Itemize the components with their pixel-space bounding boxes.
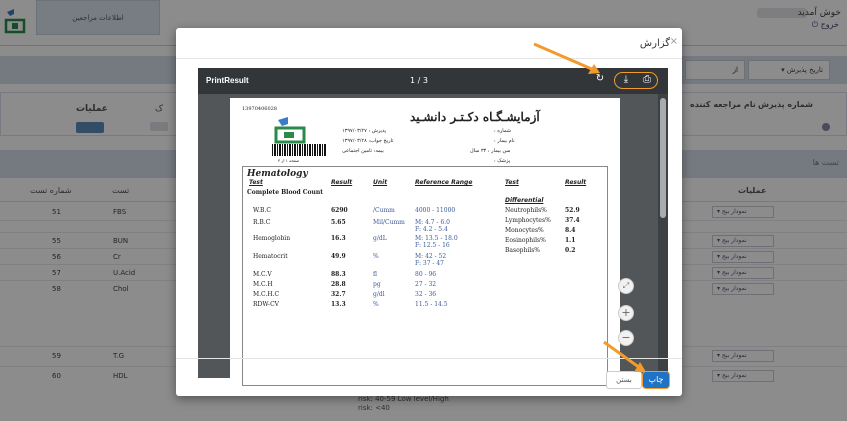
page-indicator: 1 / 3 (410, 76, 428, 85)
differential-result: 52.9 (565, 207, 580, 214)
differential-test: Lymphocytes% (505, 217, 551, 224)
pdf-viewer: 13970406028 صفحه ۱ از ۳ آزمایشـگـاه دکـت… (198, 68, 668, 386)
cbc-ref: M: 13.5 - 18.0 F: 12.5 - 16 (415, 235, 458, 249)
field-number: شماره : (494, 128, 511, 134)
hematology-box: Hematology Test Result Unit Reference Ra… (242, 166, 608, 386)
cbc-unit: g/dl (373, 291, 385, 298)
cbc-result: 32.7 (331, 291, 346, 298)
cbc-unit: % (373, 301, 379, 308)
print-icon[interactable]: ⎙ (640, 74, 654, 88)
cbc-result: 28.8 (331, 281, 346, 288)
differential-result: 1.1 (565, 237, 576, 244)
differential-result: 0.2 (565, 247, 576, 254)
arrow-annotation (533, 42, 600, 74)
section-title: Hematology (247, 169, 308, 179)
header-result-2: Result (565, 179, 587, 186)
cbc-result: 6290 (331, 207, 348, 214)
cbc-test: R.B.C (253, 219, 271, 226)
lab-name: آزمایشـگـاه دکـتـر دانشـید (410, 110, 540, 124)
cbc-ref: 27 - 32 (415, 281, 437, 288)
differential-result: 8.4 (565, 227, 576, 234)
cbc-unit: g/dL (373, 235, 387, 242)
cbc-ref: 32 - 36 (415, 291, 437, 298)
cbc-test: M.C.V (253, 271, 272, 278)
header-reference: Reference Range (415, 179, 473, 186)
close-icon[interactable]: × (670, 36, 678, 47)
page-label: صفحه ۱ از ۳ (278, 158, 300, 163)
arrow-annotation (603, 340, 646, 372)
zoom-in-button[interactable]: + (618, 305, 634, 321)
field-patient-name: نام بیمار : (494, 138, 515, 144)
field-age: سن بیمار : ۳۴ سال (470, 148, 511, 154)
report-page: 13970406028 صفحه ۱ از ۳ آزمایشـگـاه دکـت… (230, 98, 620, 386)
differential-test: Eosinophils% (505, 237, 546, 244)
cbc-test: Hemoglobin (253, 235, 291, 242)
cbc-result: 16.3 (331, 235, 346, 242)
cbc-unit: % (373, 253, 379, 260)
field-doctor: پزشک : (494, 158, 511, 164)
subsection-title: Complete Blood Count (247, 189, 324, 196)
cbc-result: 13.3 (331, 301, 346, 308)
answer-date: تاریخ جواب: ۱۳۹۷/۰۳/۲۸ (342, 138, 394, 144)
cbc-test: RDW-CV (253, 301, 280, 308)
cbc-test: M.C.H (253, 281, 273, 288)
barcode (272, 144, 326, 156)
cbc-unit: fl (373, 271, 378, 278)
cbc-unit: pg (373, 281, 381, 288)
header-unit: Unit (373, 179, 388, 186)
cbc-result: 49.9 (331, 253, 346, 260)
cbc-ref: 80 - 96 (415, 271, 437, 278)
cbc-ref: 11.5 - 14.5 (415, 301, 448, 308)
cbc-result: 88.3 (331, 271, 346, 278)
scrollbar-thumb[interactable] (660, 98, 666, 218)
report-code: 13970406028 (242, 106, 277, 112)
insurance: بیمه: تامین اجتماعی (342, 148, 384, 154)
differential-title: Differential (505, 197, 544, 204)
differential-result: 37.4 (565, 217, 580, 224)
fit-page-icon[interactable]: ⤢ (618, 278, 634, 294)
lab-logo (274, 117, 306, 144)
cbc-unit: Mil/Cumm (373, 219, 405, 226)
cbc-ref: M: 42 - 52 F: 37 - 47 (415, 253, 447, 267)
admission-date: پذیرش : ۱۳۹۷/۰۳/۲۷ (342, 128, 386, 134)
download-icon[interactable]: ⤓ (619, 74, 633, 88)
document-title: PrintResult (206, 76, 249, 85)
cbc-unit: /Cumm (373, 207, 395, 214)
header-result: Result (331, 179, 353, 186)
modal-title: گزارش (639, 38, 670, 49)
header-test-2: Test (505, 179, 519, 186)
header-test: Test (249, 179, 263, 186)
cbc-test: Hematocrit (253, 253, 288, 260)
differential-test: Basophils% (505, 247, 541, 254)
cbc-ref: M: 4.7 - 6.0 F: 4.2 - 5.4 (415, 219, 450, 233)
cbc-result: 5.65 (331, 219, 346, 226)
cbc-test: M.C.H.C (253, 291, 280, 298)
differential-test: Neutrophils% (505, 207, 547, 214)
cbc-ref: 4000 - 11000 (415, 207, 456, 214)
cbc-test: W.B.C (253, 207, 271, 214)
differential-test: Monocytes% (505, 227, 544, 234)
